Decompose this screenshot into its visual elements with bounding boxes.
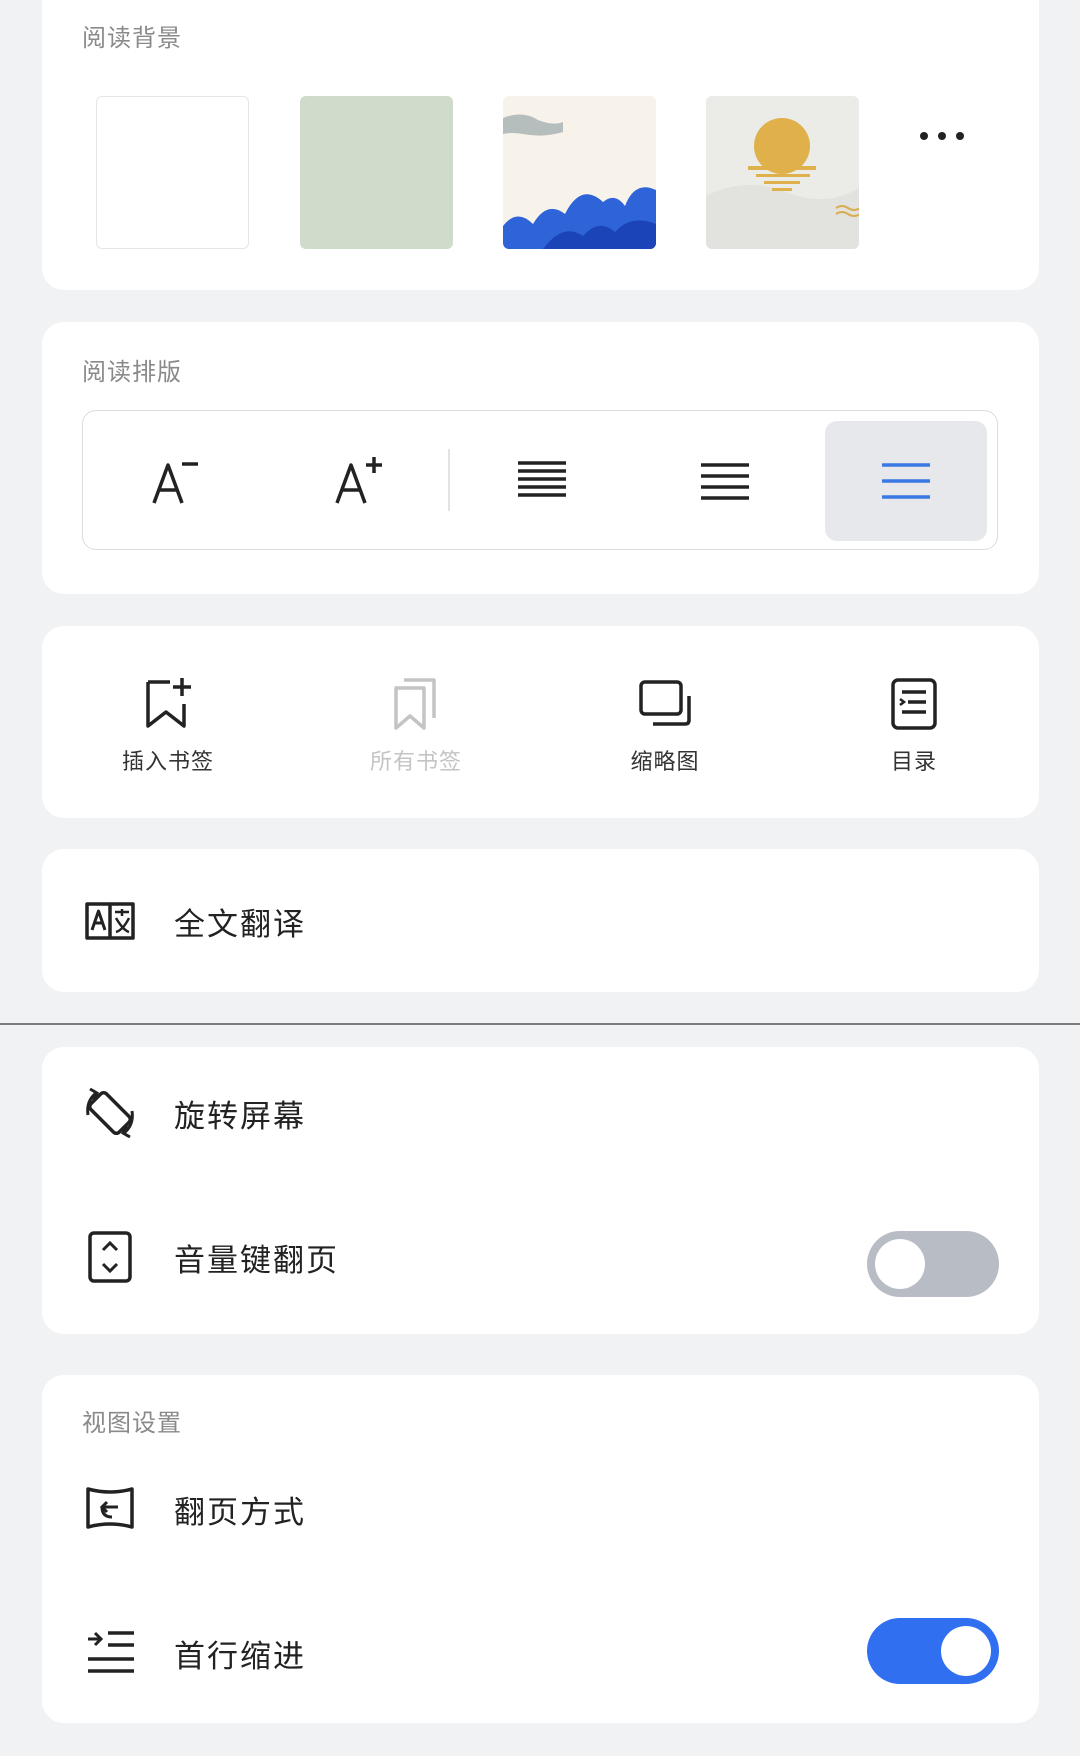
- volume-key-page-turn-row: 音量键翻页: [82, 1229, 999, 1285]
- toggle-knob: [941, 1626, 991, 1676]
- font-size-increase-icon: [335, 457, 382, 504]
- line-spacing-loose-icon: [882, 463, 930, 499]
- view-settings-title: 视图设置: [82, 1409, 182, 1437]
- line-spacing-compact-button[interactable]: [461, 421, 623, 541]
- translate-icon: [85, 902, 135, 940]
- volume-key-page-turn-label: 音量键翻页: [174, 1242, 339, 1279]
- full-text-translate-row[interactable]: 全文翻译: [82, 893, 999, 949]
- font-size-decrease-icon: [152, 462, 198, 504]
- more-dot-icon: [920, 132, 928, 140]
- layout-segmented-control: [82, 410, 998, 550]
- background-option-blue-waves[interactable]: [503, 96, 656, 249]
- bookmarks-icon: [394, 678, 436, 730]
- bookmark-add-icon: [146, 678, 191, 728]
- line-spacing-medium-button[interactable]: [644, 421, 806, 541]
- first-line-indent-icon: [88, 1631, 134, 1673]
- background-option-golden-sun[interactable]: [706, 96, 859, 249]
- rotate-screen-icon: [86, 1087, 134, 1139]
- more-dot-icon: [938, 132, 946, 140]
- toc-label: 目录: [890, 750, 937, 775]
- insert-bookmark-button[interactable]: 插入书签: [83, 676, 253, 796]
- toggle-knob: [875, 1239, 925, 1289]
- table-of-contents-icon: [891, 678, 937, 730]
- font-decrease-button[interactable]: [95, 421, 257, 541]
- all-bookmarks-label: 所有书签: [369, 750, 462, 775]
- rotate-screen-label: 旋转屏幕: [174, 1098, 306, 1135]
- background-option-white[interactable]: [96, 96, 249, 249]
- first-line-indent-label: 首行缩进: [174, 1638, 306, 1675]
- reading-layout-card: 阅读排版: [42, 322, 1039, 594]
- screen-settings-card: 旋转屏幕 音量键翻页: [42, 1047, 1039, 1334]
- thumbnail-button[interactable]: 缩略图: [580, 676, 750, 796]
- blue-waves-image: [503, 96, 656, 249]
- reading-background-title: 阅读背景: [82, 24, 182, 52]
- line-spacing-medium-icon: [701, 463, 749, 500]
- all-bookmarks-button[interactable]: 所有书签: [331, 676, 501, 796]
- reading-background-card: 阅读背景: [42, 0, 1039, 290]
- thumbnail-icon: [639, 680, 691, 726]
- segment-divider: [448, 449, 450, 511]
- full-text-translate-label: 全文翻译: [174, 906, 306, 943]
- first-line-indent-toggle[interactable]: [867, 1618, 999, 1684]
- page-turn-mode-label: 翻页方式: [174, 1494, 306, 1531]
- golden-sun-image: [706, 96, 859, 249]
- background-option-green[interactable]: [300, 96, 453, 249]
- translate-card: 全文翻译: [42, 849, 1039, 992]
- insert-bookmark-label: 插入书签: [121, 750, 214, 775]
- first-line-indent-row: 首行缩进: [82, 1625, 999, 1681]
- section-separator: [0, 1023, 1080, 1025]
- more-backgrounds-button[interactable]: [902, 116, 982, 156]
- line-spacing-compact-icon: [518, 461, 566, 497]
- toc-button[interactable]: 目录: [829, 676, 999, 796]
- line-spacing-loose-button[interactable]: [825, 421, 987, 541]
- page-turn-mode-icon: [86, 1487, 134, 1529]
- rotate-screen-row[interactable]: 旋转屏幕: [82, 1085, 999, 1141]
- volume-key-page-turn-toggle[interactable]: [867, 1231, 999, 1297]
- view-settings-card: 视图设置 翻页方式 首行缩进: [42, 1375, 1039, 1723]
- quick-actions-card: 插入书签 所有书签 缩略图 目录: [42, 626, 1039, 818]
- volume-key-icon: [88, 1231, 132, 1283]
- more-dot-icon: [956, 132, 964, 140]
- thumbnail-label: 缩略图: [630, 750, 700, 775]
- font-increase-button[interactable]: [278, 421, 440, 541]
- page-turn-mode-row[interactable]: 翻页方式: [82, 1481, 999, 1537]
- reading-layout-title: 阅读排版: [82, 358, 182, 386]
